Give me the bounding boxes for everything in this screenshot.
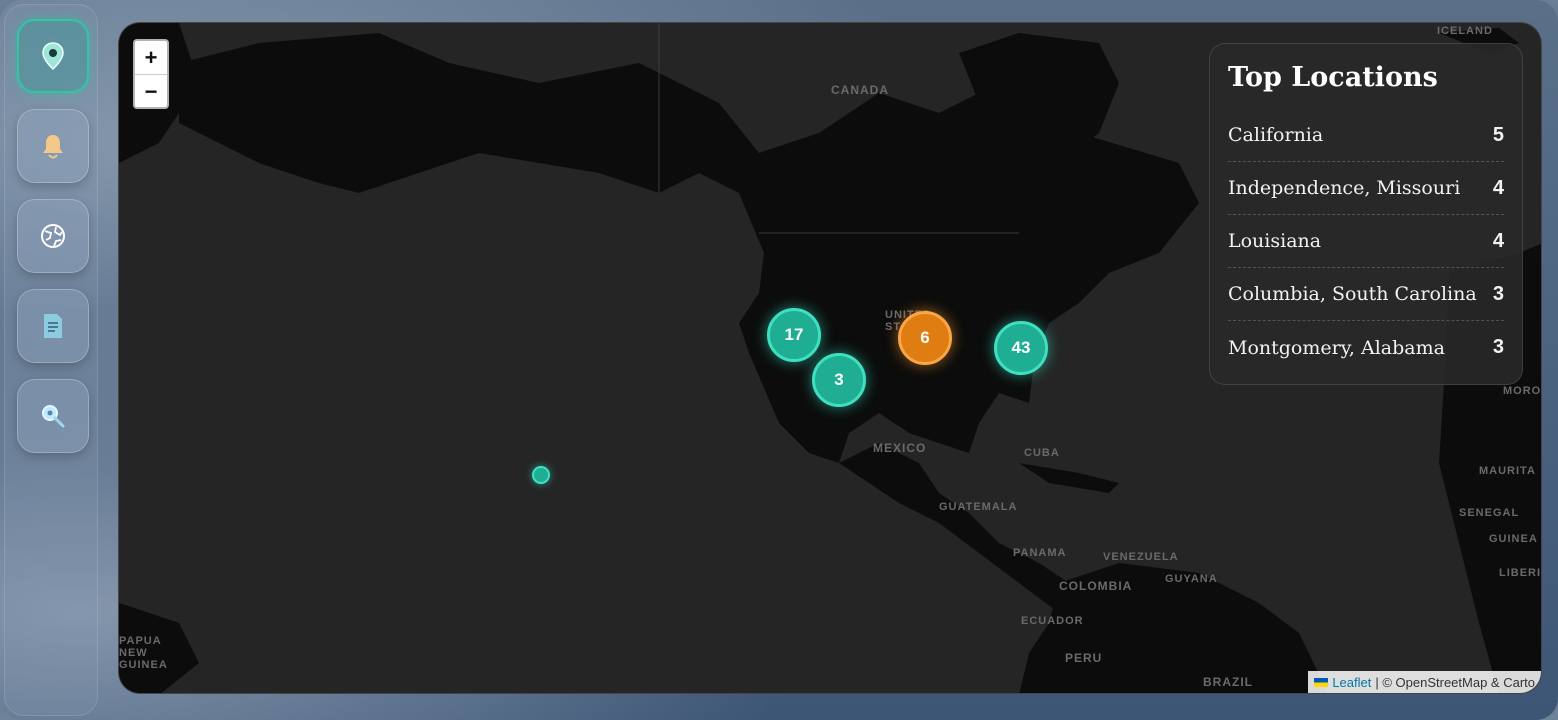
app-frame: + − CANADA UNITED STATES MEXICO CUBA GUA… — [0, 0, 1558, 720]
location-name: California — [1228, 124, 1324, 146]
nav-alerts-button[interactable] — [17, 109, 89, 183]
leaflet-link[interactable]: Leaflet — [1332, 675, 1371, 690]
map-label-brazil: BRAZIL — [1203, 675, 1253, 689]
sidebar — [4, 4, 98, 716]
location-count: 5 — [1492, 123, 1504, 146]
cluster-marker-west[interactable]: 17 — [767, 308, 821, 362]
map-label-iceland: ICELAND — [1437, 25, 1493, 37]
map-label-ecuador: ECUADOR — [1021, 615, 1084, 627]
map-label-peru: PERU — [1065, 651, 1103, 665]
attribution-text: | © OpenStreetMap & Carto — [1375, 674, 1535, 690]
map-label-guatemala: GUATEMALA — [939, 501, 1018, 513]
document-icon — [44, 314, 62, 338]
location-name: Columbia, South Carolina — [1228, 283, 1477, 305]
map-label-senegal: SENEGAL — [1459, 507, 1520, 519]
map-label-morocco: MORO — [1503, 385, 1542, 397]
location-row[interactable]: Louisiana 4 — [1228, 215, 1504, 268]
map-label-liberia: LIBERIA — [1499, 567, 1542, 579]
map-attribution: Leaflet | © OpenStreetMap & Carto — [1308, 671, 1541, 693]
map-label-panama: PANAMA — [1013, 547, 1067, 559]
location-name: Louisiana — [1228, 230, 1322, 252]
nav-search-button[interactable] — [17, 379, 89, 453]
map-label-venezuela: VENEZUELA — [1103, 551, 1179, 563]
search-icon — [42, 405, 65, 428]
map-label-canada: CANADA — [831, 83, 889, 97]
nav-documents-button[interactable] — [17, 289, 89, 363]
single-location-marker[interactable] — [532, 466, 550, 484]
location-row[interactable]: Montgomery, Alabama 3 — [1228, 321, 1504, 374]
cluster-marker-east[interactable]: 43 — [994, 321, 1048, 375]
map-label-colombia: COLOMBIA — [1059, 579, 1133, 593]
globe-icon — [41, 224, 65, 248]
location-row[interactable]: Columbia, South Carolina 3 — [1228, 268, 1504, 321]
map-label-papua: PAPUA NEW GUINEA — [119, 635, 168, 671]
map-label-guyana: GUYANA — [1165, 573, 1218, 585]
map-view[interactable]: + − CANADA UNITED STATES MEXICO CUBA GUA… — [118, 22, 1542, 694]
map-label-cuba: CUBA — [1024, 447, 1060, 459]
map-label-mexico: MEXICO — [873, 441, 927, 455]
map-label-mauritania: MAURITA — [1479, 465, 1536, 477]
location-count: 3 — [1492, 336, 1504, 358]
location-count: 4 — [1492, 176, 1504, 199]
zoom-in-button[interactable]: + — [135, 41, 167, 75]
cluster-marker-southwest[interactable]: 3 — [812, 353, 866, 407]
nav-map-button[interactable] — [17, 19, 89, 93]
zoom-out-button[interactable]: − — [135, 75, 167, 109]
bell-icon — [43, 135, 63, 159]
top-locations-panel: Top Locations California 5 Independence,… — [1209, 43, 1523, 385]
location-count: 3 — [1492, 282, 1504, 305]
zoom-control: + − — [133, 39, 169, 109]
location-count: 4 — [1492, 229, 1504, 252]
map-label-guinea: GUINEA — [1489, 533, 1538, 545]
cluster-marker-central[interactable]: 6 — [898, 311, 952, 365]
location-name: Montgomery, Alabama — [1228, 336, 1445, 359]
location-name: Independence, Missouri — [1228, 177, 1461, 199]
location-row[interactable]: California 5 — [1228, 109, 1504, 162]
location-row[interactable]: Independence, Missouri 4 — [1228, 162, 1504, 215]
nav-globe-button[interactable] — [17, 199, 89, 273]
top-locations-title: Top Locations — [1228, 62, 1438, 93]
map-pin-icon — [42, 42, 64, 71]
ukraine-flag-icon — [1314, 677, 1329, 687]
